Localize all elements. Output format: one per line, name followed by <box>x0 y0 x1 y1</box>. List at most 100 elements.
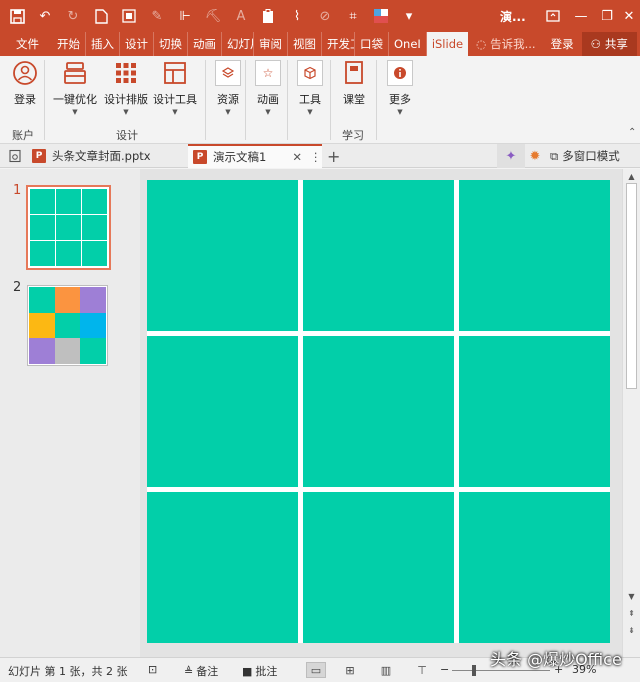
tab-view[interactable]: 视图 <box>288 32 322 56</box>
pen-icon[interactable]: ✎ <box>146 5 168 27</box>
grid-cell <box>459 180 610 331</box>
redo-icon[interactable]: ↻ <box>62 5 84 27</box>
person-icon: ⚇ <box>590 37 601 51</box>
more-icon[interactable]: ▾ <box>398 5 420 27</box>
tab-slideshow[interactable]: 幻灯片 <box>222 32 254 56</box>
tab-design[interactable]: 设计 <box>120 32 154 56</box>
tab-onenote[interactable]: OneI <box>389 32 427 56</box>
design-layout-button[interactable]: 设计排版 ▼ <box>104 58 148 116</box>
separator <box>330 60 331 140</box>
group-label-design: 设计 <box>116 129 138 142</box>
close-icon[interactable]: ✕ <box>618 6 640 26</box>
tab-file[interactable]: 文件 <box>0 32 52 56</box>
tools-button[interactable]: 工具 ▼ <box>295 58 325 116</box>
slide-thumbnail-2[interactable] <box>27 285 108 366</box>
design-tools-button[interactable]: 设计工具 ▼ <box>153 58 197 116</box>
grid-cell <box>147 336 298 487</box>
slide-count-status: 幻灯片 第 1 张，共 2 张 <box>8 665 128 678</box>
eraser-icon[interactable]: ⊘ <box>314 5 336 27</box>
settings-gear-icon[interactable]: ✹ <box>525 144 545 168</box>
share-button[interactable]: ⚇ 共享 <box>581 32 637 56</box>
login-label: 登录 <box>14 93 36 106</box>
align-icon[interactable]: ⊩ <box>174 5 196 27</box>
color-icon[interactable] <box>370 5 392 27</box>
zoom-out-icon[interactable]: − <box>440 663 449 676</box>
tell-me-search[interactable]: ◌ 告诉我... <box>468 32 541 56</box>
slideshow-icon[interactable]: ⊤ <box>412 662 432 678</box>
minimize-icon[interactable]: — <box>570 6 592 26</box>
collapse-ribbon-icon[interactable]: ⌃ <box>628 127 636 138</box>
crop-icon[interactable]: ⌗ <box>342 5 364 27</box>
separator <box>44 60 45 140</box>
new-tab-icon[interactable]: + <box>327 144 340 168</box>
comment-icon: ■ <box>242 664 253 678</box>
previous-slide-icon[interactable]: ⇞ <box>625 609 638 618</box>
tab-review[interactable]: 审阅 <box>254 32 288 56</box>
grid-cell <box>54 287 81 313</box>
normal-view-icon[interactable]: ▭ <box>306 662 326 678</box>
resources-button[interactable]: 资源 ▼ <box>213 58 243 116</box>
slide-sorter-icon[interactable]: ⊞ <box>340 662 360 678</box>
animation-button[interactable]: ☆ 动画 ▼ <box>253 58 283 116</box>
tab-transitions[interactable]: 切换 <box>154 32 188 56</box>
watermark: 头条 @爆炒Office <box>490 650 622 669</box>
share-label: 共享 <box>604 37 628 51</box>
one-click-optimize-button[interactable]: 一键优化 ▼ <box>53 58 97 116</box>
close-tab-icon[interactable]: ✕ <box>292 150 302 164</box>
grid-cell <box>303 492 454 643</box>
spellcheck-icon[interactable]: ⊡ <box>148 663 157 676</box>
grid-cell <box>30 215 55 240</box>
brush-icon[interactable]: ⌇ <box>286 5 308 27</box>
more-button[interactable]: 更多 ▼ <box>385 58 415 116</box>
doc-tab-1[interactable]: P 头条文章封面.pptx <box>32 144 187 168</box>
group-label-account: 账户 <box>12 129 34 142</box>
grid-cell <box>147 180 298 331</box>
multi-window-button[interactable]: ⧉ 多窗口模式 <box>550 144 620 168</box>
new-file-icon[interactable] <box>90 5 112 27</box>
grid-cell <box>56 189 81 214</box>
magic-wand-icon[interactable]: ✦ <box>497 144 525 168</box>
grid-cell <box>459 492 610 643</box>
tab-insert[interactable]: 插入 <box>86 32 120 56</box>
tab-islide[interactable]: iSlide <box>426 32 469 56</box>
grid-cell <box>147 492 298 643</box>
tab-animations[interactable]: 动画 <box>188 32 222 56</box>
home-doc-icon[interactable] <box>8 144 22 168</box>
restore-icon[interactable]: ❐ <box>596 6 618 26</box>
scroll-thumb[interactable] <box>626 183 637 389</box>
grid-cell <box>56 241 81 266</box>
tools-label: 工具 <box>299 93 321 106</box>
scroll-down-icon[interactable]: ▼ <box>625 592 638 601</box>
grid-cell <box>29 312 55 339</box>
login-button[interactable]: 登录 <box>10 58 40 107</box>
notes-button[interactable]: ≜ 备注 <box>184 663 218 679</box>
scroll-up-icon[interactable]: ▲ <box>625 172 638 181</box>
ribbon-display-icon[interactable] <box>542 6 564 26</box>
next-slide-icon[interactable]: ⇟ <box>625 626 638 635</box>
book-icon <box>339 58 369 88</box>
grid-cell <box>29 287 55 313</box>
tab-pocket[interactable]: 口袋 <box>355 32 389 56</box>
comments-button[interactable]: ■ 批注 <box>242 663 277 679</box>
vertical-scrollbar[interactable]: ▲ ▼ ⇞ ⇟ <box>622 169 640 657</box>
current-slide[interactable] <box>147 180 610 643</box>
tab-home[interactable]: 开始 <box>52 32 86 56</box>
paste-icon[interactable] <box>258 5 280 27</box>
slide-thumbnail-1[interactable] <box>26 185 111 270</box>
zoom-slider[interactable] <box>452 665 550 676</box>
tab-developer[interactable]: 开发工 <box>322 32 355 56</box>
tab-menu-icon[interactable]: ⋮ <box>310 150 322 164</box>
grid-icon[interactable] <box>118 5 140 27</box>
classroom-label: 课堂 <box>343 93 365 106</box>
zoom-slider-thumb[interactable] <box>472 665 476 676</box>
reading-view-icon[interactable]: ▥ <box>376 662 396 678</box>
login-link[interactable]: 登录 <box>541 32 582 56</box>
multi-window-label: 多窗口模式 <box>562 149 620 163</box>
doc-tab-2[interactable]: P 演示文稿1 ✕ ⋮ <box>188 144 322 168</box>
paint-icon[interactable]: ⛏ <box>202 5 224 27</box>
save-icon[interactable] <box>6 5 28 27</box>
text-icon[interactable]: A <box>230 5 252 27</box>
grid-cell <box>30 189 55 214</box>
undo-icon[interactable]: ↶ <box>34 5 56 27</box>
classroom-button[interactable]: 课堂 <box>339 58 369 107</box>
